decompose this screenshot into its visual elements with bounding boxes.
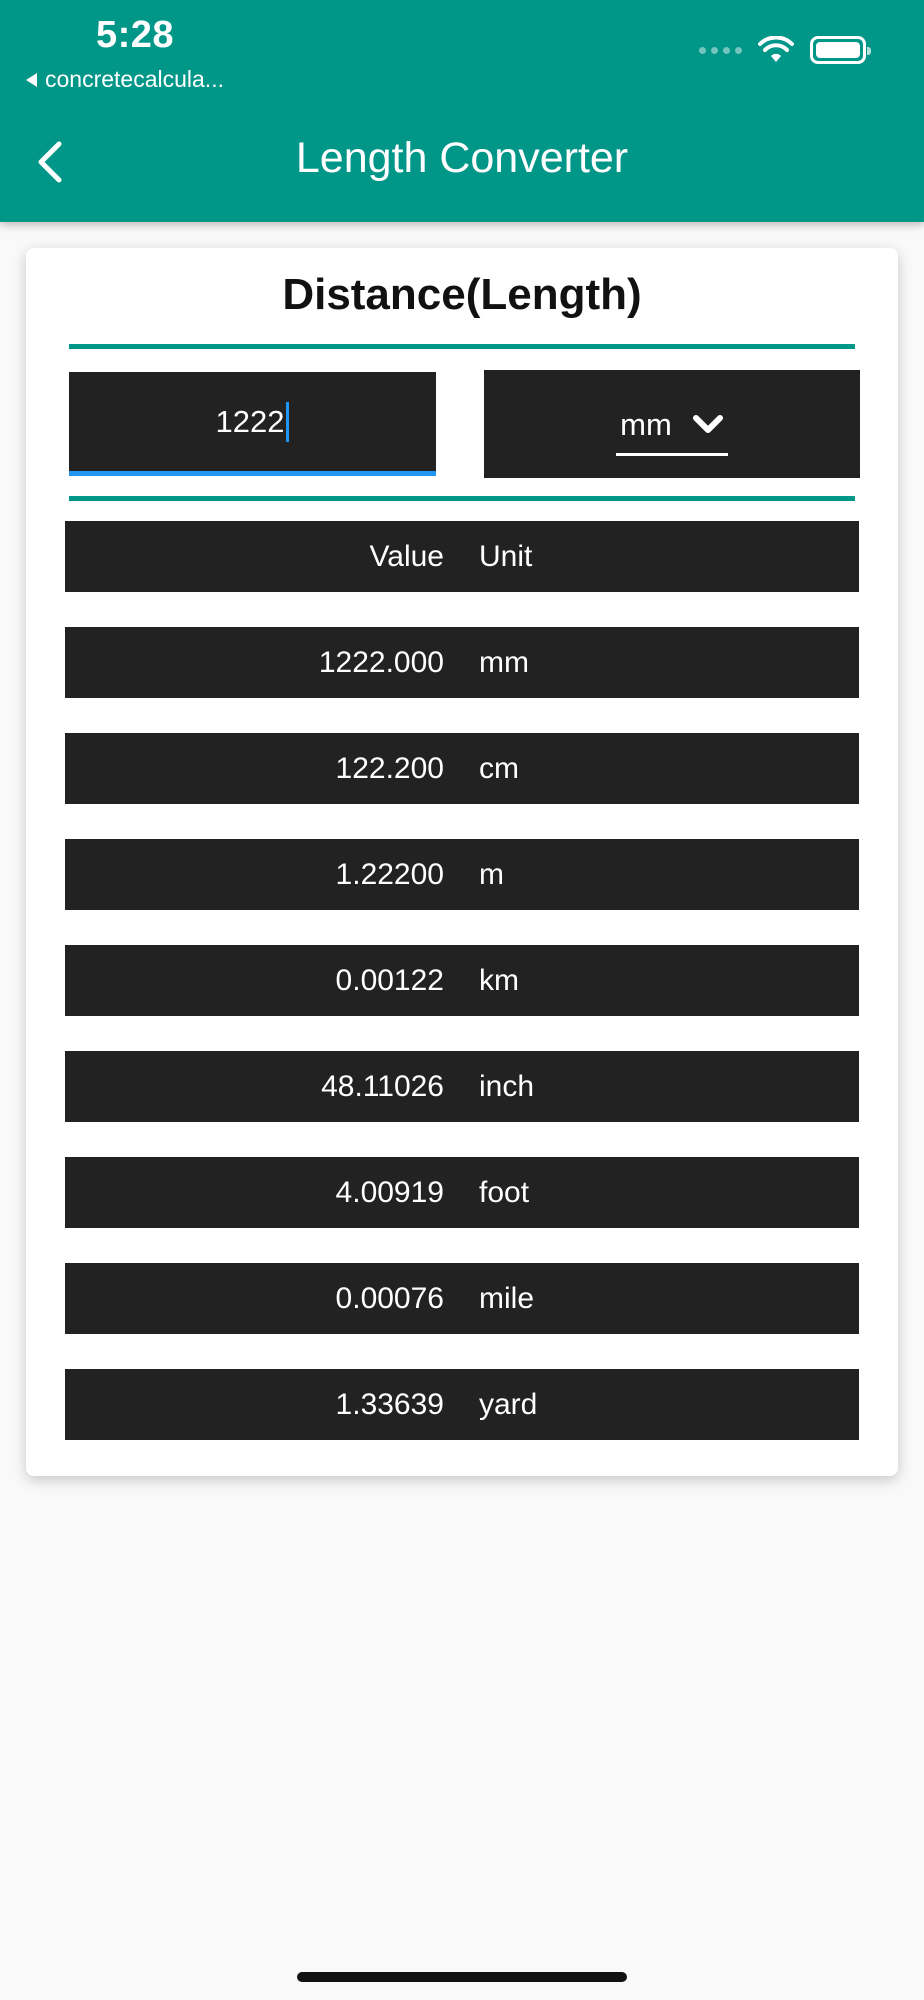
row-unit: mile <box>479 1281 535 1315</box>
table-row: 0.00122 km <box>65 945 859 1016</box>
row-value: 4.00919 <box>335 1175 444 1209</box>
length-input-value: 1222 <box>215 403 285 439</box>
home-indicator[interactable] <box>297 1972 627 1982</box>
row-value: 1.33639 <box>335 1387 444 1421</box>
back-to-app-link[interactable]: concretecalcula... <box>26 66 224 93</box>
page-title: Length Converter <box>295 134 629 182</box>
table-row: 48.11026 inch <box>65 1051 859 1122</box>
chevron-down-icon <box>692 414 723 433</box>
converter-card: Distance(Length) 1222 mm Value Unit 1222… <box>26 248 898 1476</box>
back-triangle-icon <box>26 72 37 87</box>
battery-icon <box>810 36 871 64</box>
divider-top <box>69 344 855 349</box>
row-value: 1.22200 <box>335 857 444 891</box>
row-value: 1222.000 <box>318 645 444 679</box>
unit-dropdown[interactable]: mm <box>484 370 860 478</box>
table-row: 1.22200 m <box>65 839 859 910</box>
back-app-label: concretecalcula... <box>45 66 224 92</box>
row-unit: inch <box>479 1069 535 1103</box>
row-value: 0.00076 <box>335 1281 444 1315</box>
status-icons <box>699 36 871 64</box>
table-row: 1222.000 mm <box>65 627 859 698</box>
row-value: 122.200 <box>335 751 444 785</box>
length-input-field[interactable]: 1222 <box>69 372 436 476</box>
row-unit: m <box>479 857 504 891</box>
table-row: 1.33639 yard <box>65 1369 859 1440</box>
row-value: 0.00122 <box>335 963 444 997</box>
status-time: 5:28 <box>96 14 175 56</box>
table-row: 122.200 cm <box>65 733 859 804</box>
divider-bottom <box>69 496 855 501</box>
text-caret <box>286 401 290 442</box>
app-bar: 5:28 concretecalcula... Length Converter <box>0 0 924 222</box>
unit-selected-label: mm <box>620 406 672 442</box>
row-value: 48.11026 <box>321 1069 444 1103</box>
header-value: Value <box>369 539 444 573</box>
signal-icon <box>699 46 742 54</box>
row-unit: cm <box>479 751 519 785</box>
row-unit: mm <box>479 645 529 679</box>
header-unit: Unit <box>479 539 533 573</box>
table-row: 4.00919 foot <box>65 1157 859 1228</box>
table-row: 0.00076 mile <box>65 1263 859 1334</box>
table-header-row: Value Unit <box>65 521 859 592</box>
wifi-icon <box>758 36 794 62</box>
row-unit: km <box>479 963 519 997</box>
card-title: Distance(Length) <box>282 270 642 319</box>
row-unit: yard <box>479 1387 538 1421</box>
row-unit: foot <box>479 1175 530 1209</box>
